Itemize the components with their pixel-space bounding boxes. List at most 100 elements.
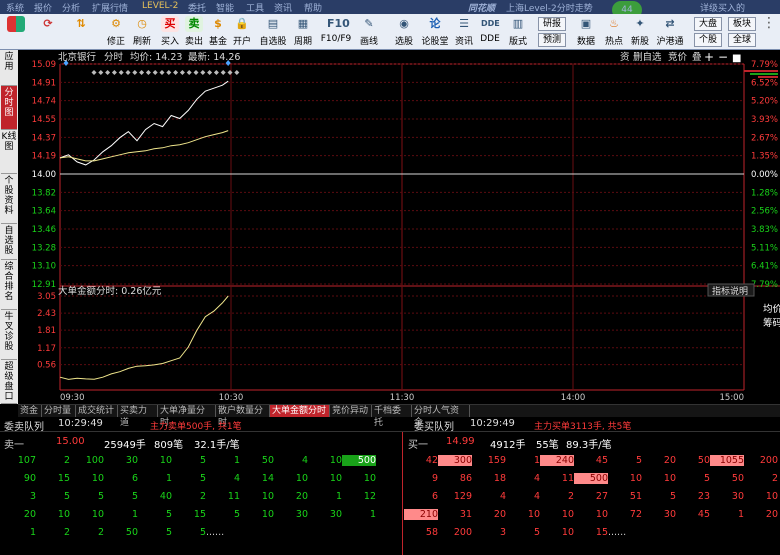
forum-button[interactable]: 论论股堂 [420,16,450,48]
bottom-tab[interactable]: 资金 [18,405,42,417]
bottom-tab[interactable]: 买卖力道 [118,405,158,428]
open-account-button[interactable]: 🔒 开户 [230,16,254,48]
queue-cell: 500 [574,473,608,484]
stock-name: 北京银行 [58,51,97,63]
watchlist-button[interactable]: ▤ 自选股 [258,16,288,48]
auction-tool[interactable]: 竞价 [668,51,688,63]
tab-kline[interactable]: K线图 [1,130,17,174]
queue-cell: 40 [159,491,172,502]
promo-text[interactable]: 详级买入的 [700,1,745,14]
menu-quote[interactable]: 报价 [34,1,52,14]
overlay-tool[interactable]: 叠 [692,52,702,63]
bottom-tab[interactable]: 千档委托 [372,405,412,428]
more-icon[interactable]: ⋮ [760,16,778,48]
avg-price-label: 均价: 14.23 [130,51,182,63]
zoom-out-icon[interactable]: − [718,50,728,64]
bottom-tab[interactable]: 大单金额分时 [270,405,330,417]
hotspot-button[interactable]: ♨ 热点 [602,16,626,48]
intraday-chart[interactable]: 15.09 14.91 14.74 14.55 14.37 14.19 14.00 13.82… [18,50,780,404]
queue-cell: 90 [23,473,36,484]
window-title: 上海Level-2分时走势 [506,4,593,14]
bottom-tab[interactable]: 竞价异动 [330,405,372,417]
queue-cell: 129 [453,491,472,502]
refresh-quick-button[interactable]: ⟳ [34,16,62,48]
global-button[interactable]: 全球 [728,33,756,47]
queue-cell: 10 [329,455,342,466]
queue-cell: 15 [57,473,70,484]
capital-tool[interactable]: 资 [620,52,630,63]
left-tab-bar: 应用 分时图 K线图 个股资料 自选股 综合排名 牛叉诊股 超级盘口 [0,50,18,404]
queue-cell: 240 [540,455,574,466]
fund-button[interactable]: $ 基金 [206,16,230,48]
bottom-tab[interactable]: 分时人气资金 [412,405,470,428]
menu-system[interactable]: 系统 [6,1,24,14]
queue-cell: 159 [487,455,506,466]
data-button[interactable]: ▣ 数据 [574,16,598,48]
menu-news[interactable]: 资讯 [274,1,292,14]
bottom-tab[interactable]: 散户数量分时 [216,405,270,428]
tab-watchlist[interactable]: 自选股 [1,224,17,260]
layout-button[interactable]: ▥ 版式 [506,16,530,48]
menu-extended[interactable]: 扩展行情 [92,1,128,14]
tab-intraday[interactable]: 分时图 [1,86,17,130]
hk-connect-button[interactable]: ⇄ 沪港通 [654,16,686,48]
f10-button[interactable]: F10 F10/F9 [320,16,352,48]
f10-label: F10/F9 [320,34,352,44]
period-button[interactable]: ▦ 周期 [290,16,316,48]
queue-cell: 10 [91,509,104,520]
menu-smart[interactable]: 智能 [216,1,234,14]
grid-button[interactable] [2,16,30,48]
bottom-tab[interactable]: 成交统计 [76,405,118,417]
bottom-tab[interactable]: 分时量 [42,405,76,417]
buy-icon: 买 [161,16,179,32]
queue-cell: 12 [363,491,376,502]
queue-cell: 4 [533,473,540,484]
tab-diagnosis[interactable]: 牛叉诊股 [1,310,17,360]
menu-analysis[interactable]: 分析 [62,1,80,14]
depth-bar [744,70,778,72]
news-button[interactable]: ☰ 资讯 [452,16,476,48]
brand-logo: 同花顺 [468,4,496,14]
queue-cell: 10 [561,509,574,520]
toggle-icon[interactable]: ■ [732,53,741,64]
bottom-tab[interactable]: 大单净量分时 [158,405,216,428]
menu-tools[interactable]: 工具 [246,1,264,14]
tab-apps[interactable]: 应用 [1,50,17,86]
sector-button[interactable]: 板块 [728,17,756,31]
menu-level2[interactable]: LEVEL-2 [142,1,178,11]
queue-cell: 5 [199,455,206,466]
queue-header-divider [0,431,780,432]
single-stock-button[interactable]: 个股 [694,33,722,47]
sell-icon: 卖 [185,16,203,32]
menu-help[interactable]: 帮助 [304,1,322,14]
queue-cell: 1 [233,455,240,466]
stock-picker-button[interactable]: ◉ 选股 [392,16,416,48]
up-down-button[interactable]: ⇅ [70,16,92,48]
menu-trade[interactable]: 委托 [188,1,206,14]
zoom-in-icon[interactable]: + [704,50,714,64]
buy-button[interactable]: 买买入 [158,16,182,48]
remove-watchlist-tool[interactable]: 删自选 [633,51,662,63]
research-button[interactable]: 研报 [538,17,566,31]
buy-label: 买入 [160,37,179,47]
fix-button[interactable]: ⚙ 修正 [104,16,128,48]
forecast-button[interactable]: 预测 [538,33,566,47]
market-button[interactable]: 大盘 [694,17,722,31]
tab-ranking[interactable]: 综合排名 [1,260,17,310]
new-stock-button[interactable]: ✦ 新股 [628,16,652,48]
queue-cell: 42 [425,455,438,466]
price-tick-label: 15.09 [32,60,56,70]
sell-button[interactable]: 卖卖出 [182,16,206,48]
queue-cell: 10 [261,509,274,520]
queue-cell: 18 [493,473,506,484]
percent-tick-label: 2.56% [751,207,778,217]
queue-cell: 10 [295,473,308,484]
refresh-button[interactable]: ◷ 刷新 [130,16,154,48]
draw-line-button[interactable]: ✎ 画线 [356,16,382,48]
dde-button[interactable]: DDE DDE [478,16,502,48]
news-icon: ☰ [459,17,469,30]
buy-level-label: 买一 [408,440,428,451]
tab-profile[interactable]: 个股资料 [1,174,17,224]
sub-tick-label: 2.43 [37,309,56,319]
tab-super-quote[interactable]: 超级盘口 [1,360,17,404]
